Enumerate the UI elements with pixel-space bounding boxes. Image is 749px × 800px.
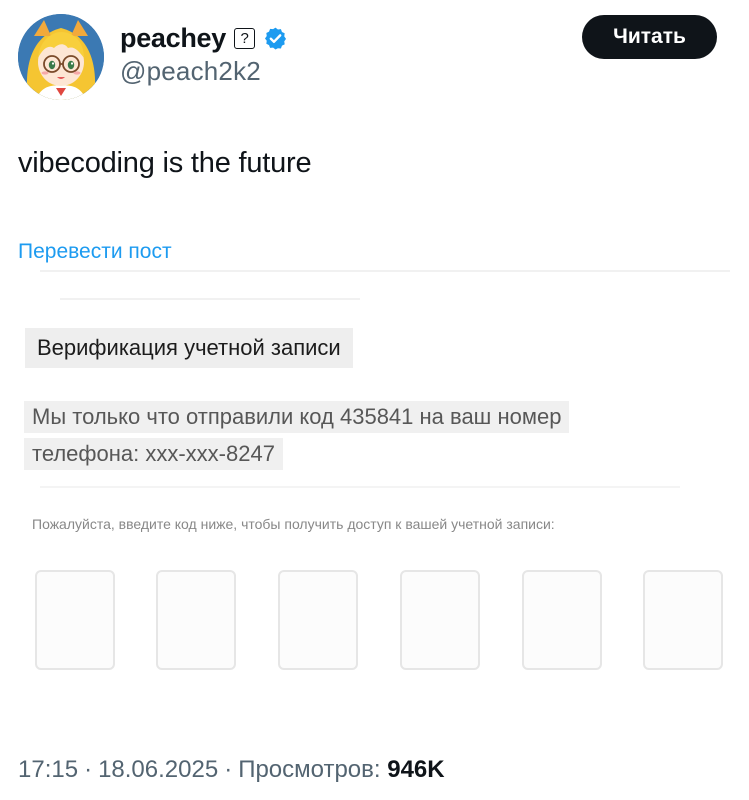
tweet-date[interactable]: 18.06.2025 [98,756,218,783]
avatar-anime-girl-image [18,14,104,100]
verification-instructions: Пожалуйста, введите код ниже, чтобы полу… [32,516,555,532]
author-handle[interactable]: @peach2k2 [120,56,261,87]
meta-separator: · [224,756,233,783]
verification-message-line-1: Мы только что отправили код 435841 на ва… [24,401,570,433]
faint-line-decoration [40,486,680,488]
tweet-media-image[interactable]: Верификация учетной записи Мы только что… [0,264,749,714]
code-digit-input-3[interactable] [278,570,358,670]
help-badge-icon: ? [233,27,255,49]
faint-line-decoration [40,270,730,272]
code-digit-input-4[interactable] [400,570,480,670]
views-label: Просмотров: [238,756,381,783]
code-digit-input-1[interactable] [35,570,115,670]
code-digit-input-2[interactable] [156,570,236,670]
author-name-row: peachey ? [120,22,288,54]
translate-post-link[interactable]: Перевести пост [18,240,172,264]
verification-message-line-2: телефона: xxx-xxx-8247 [24,438,283,470]
avatar[interactable] [18,14,104,100]
code-input-row [35,570,725,670]
code-digit-input-6[interactable] [643,570,723,670]
follow-button[interactable]: Читать [582,15,717,59]
code-digit-input-5[interactable] [522,570,602,670]
verification-message: Мы только что отправили код 435841 на ва… [24,401,675,470]
tweet-time[interactable]: 17:15 [18,756,78,783]
author-display-name[interactable]: peachey [120,22,226,54]
tweet-text: vibecoding is the future [18,147,312,179]
meta-separator: · [84,756,93,783]
verified-badge-icon[interactable] [263,26,288,51]
tweet-meta: 17:15 · 18.06.2025 · Просмотров: 946K [18,756,445,784]
views-count: 946K [387,756,445,783]
verification-title: Верификация учетной записи [25,328,353,368]
faint-line-decoration [60,298,360,300]
